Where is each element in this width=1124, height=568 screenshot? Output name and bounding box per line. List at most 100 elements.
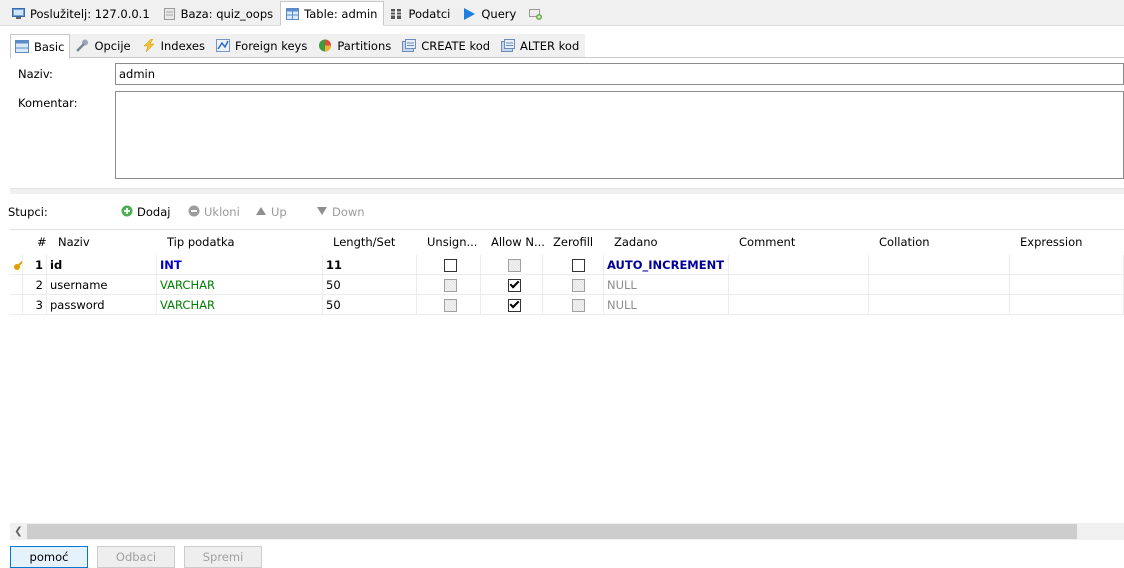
table-icon [286, 7, 300, 20]
splitter[interactable] [10, 188, 1124, 194]
lightning-icon [142, 38, 156, 53]
tab-database[interactable]: Baza: quiz_oops [157, 3, 280, 25]
row-number: 3 [23, 295, 47, 315]
columns-grid: # Naziv Tip podatka Length/Set Unsign...… [10, 229, 1124, 524]
move-down-button[interactable]: Down [316, 203, 365, 221]
table-comment-label: Komentar: [18, 96, 78, 110]
header-length[interactable]: Length/Set [330, 232, 395, 252]
tab-data-label: Podatci [408, 7, 451, 21]
column-type[interactable]: VARCHAR [157, 295, 323, 315]
header-default[interactable]: Zadano [611, 232, 658, 252]
remove-column-button[interactable]: Ukloni [188, 203, 240, 221]
tab-query[interactable]: Query [457, 3, 523, 25]
wrench-icon [75, 39, 89, 52]
tab-server[interactable]: Poslužitelj: 127.0.0.1 [6, 3, 157, 25]
add-column-button[interactable]: Dodaj [121, 203, 170, 221]
column-name[interactable]: id [47, 255, 157, 275]
column-default[interactable]: NULL [604, 295, 729, 315]
column-expression[interactable] [1010, 275, 1124, 295]
tab-foreign-keys[interactable]: Foreign keys [210, 34, 314, 57]
arrow-up-icon [255, 205, 267, 219]
tab-indexes-label: Indexes [160, 38, 205, 53]
column-comment[interactable] [729, 275, 869, 295]
code-icon [501, 39, 516, 52]
row-number: 1 [23, 255, 47, 275]
table-comment-textarea[interactable] [115, 91, 1124, 179]
new-query-icon [529, 8, 543, 20]
allow-null-checkbox[interactable] [508, 259, 521, 272]
tab-basic-label: Basic [34, 39, 65, 54]
table-row[interactable]: 1 id INT 11 AUTO_INCREMENT [10, 255, 1124, 275]
column-name[interactable]: username [47, 275, 157, 295]
column-length[interactable]: 50 [323, 275, 417, 295]
table-row[interactable]: 2 username VARCHAR 50 NULL [10, 275, 1124, 295]
column-type[interactable]: VARCHAR [157, 275, 323, 295]
tab-table[interactable]: Table: admin [280, 1, 385, 26]
column-default[interactable]: NULL [604, 275, 729, 295]
unsigned-checkbox[interactable] [444, 279, 457, 292]
zerofill-cell [543, 275, 604, 295]
zerofill-checkbox[interactable] [572, 299, 585, 312]
remove-column-label: Ukloni [204, 205, 240, 219]
header-zerofill[interactable]: Zerofill [550, 232, 593, 252]
header-allow-null[interactable]: Allow N... [488, 232, 545, 252]
column-collation[interactable] [869, 275, 1010, 295]
unsigned-checkbox[interactable] [444, 259, 457, 272]
move-up-label: Up [271, 205, 287, 219]
scrollbar-thumb[interactable] [27, 524, 1077, 539]
column-name[interactable]: password [47, 295, 157, 315]
column-length[interactable]: 50 [323, 295, 417, 315]
column-comment[interactable] [729, 295, 869, 315]
tab-indexes[interactable]: Indexes [136, 34, 211, 57]
row-number: 2 [23, 275, 47, 295]
header-num[interactable]: # [34, 232, 47, 252]
horizontal-scrollbar[interactable]: ❮ [10, 523, 1124, 540]
column-type[interactable]: INT [157, 255, 323, 275]
move-up-button[interactable]: Up [255, 203, 287, 221]
help-button[interactable]: pomoć [10, 546, 88, 568]
column-collation[interactable] [869, 255, 1010, 275]
move-down-label: Down [332, 205, 365, 219]
top-tab-bar: Poslužitelj: 127.0.0.1 Baza: quiz_oops T… [0, 0, 1124, 26]
table-name-input[interactable]: admin [115, 63, 1124, 85]
discard-button[interactable]: Odbaci [97, 546, 175, 568]
tab-alter-code[interactable]: ALTER kod [496, 34, 586, 57]
column-expression[interactable] [1010, 255, 1124, 275]
tab-new-query[interactable] [523, 3, 554, 25]
zerofill-checkbox[interactable] [572, 259, 585, 272]
scroll-left-icon[interactable]: ❮ [10, 523, 27, 540]
add-icon [121, 205, 133, 220]
check-icon [509, 298, 520, 309]
header-type[interactable]: Tip podatka [164, 232, 235, 252]
zerofill-cell [543, 255, 604, 275]
tab-data[interactable]: Podatci [384, 3, 457, 25]
save-button[interactable]: Spremi [184, 546, 262, 568]
header-collation[interactable]: Collation [876, 232, 930, 252]
header-comment[interactable]: Comment [736, 232, 795, 252]
column-collation[interactable] [869, 295, 1010, 315]
tab-create-code[interactable]: CREATE kod [397, 34, 497, 57]
tab-server-label: Poslužitelj: 127.0.0.1 [30, 7, 150, 21]
allow-null-cell [481, 255, 543, 275]
tab-create-code-label: CREATE kod [421, 38, 491, 53]
zerofill-checkbox[interactable] [572, 279, 585, 292]
header-expression[interactable]: Expression [1017, 232, 1082, 252]
tab-options[interactable]: Opcije [70, 34, 137, 57]
allow-null-checkbox[interactable] [508, 278, 521, 292]
column-length[interactable]: 11 [323, 255, 417, 275]
tab-basic[interactable]: Basic [10, 34, 71, 59]
column-expression[interactable] [1010, 295, 1124, 315]
column-comment[interactable] [729, 255, 869, 275]
unsigned-checkbox[interactable] [444, 299, 457, 312]
table-name-label: Naziv: [18, 67, 53, 81]
header-unsigned[interactable]: Unsign... [424, 232, 477, 252]
data-grid-icon [390, 8, 404, 20]
tab-foreign-keys-label: Foreign keys [234, 38, 308, 53]
table-row[interactable]: 3 password VARCHAR 50 NULL [10, 295, 1124, 315]
unsigned-cell [417, 295, 481, 315]
tab-partitions[interactable]: Partitions [313, 34, 398, 57]
tab-options-label: Opcije [94, 38, 131, 53]
header-name[interactable]: Naziv [55, 232, 90, 252]
column-default[interactable]: AUTO_INCREMENT [604, 255, 729, 275]
allow-null-checkbox[interactable] [508, 298, 521, 312]
